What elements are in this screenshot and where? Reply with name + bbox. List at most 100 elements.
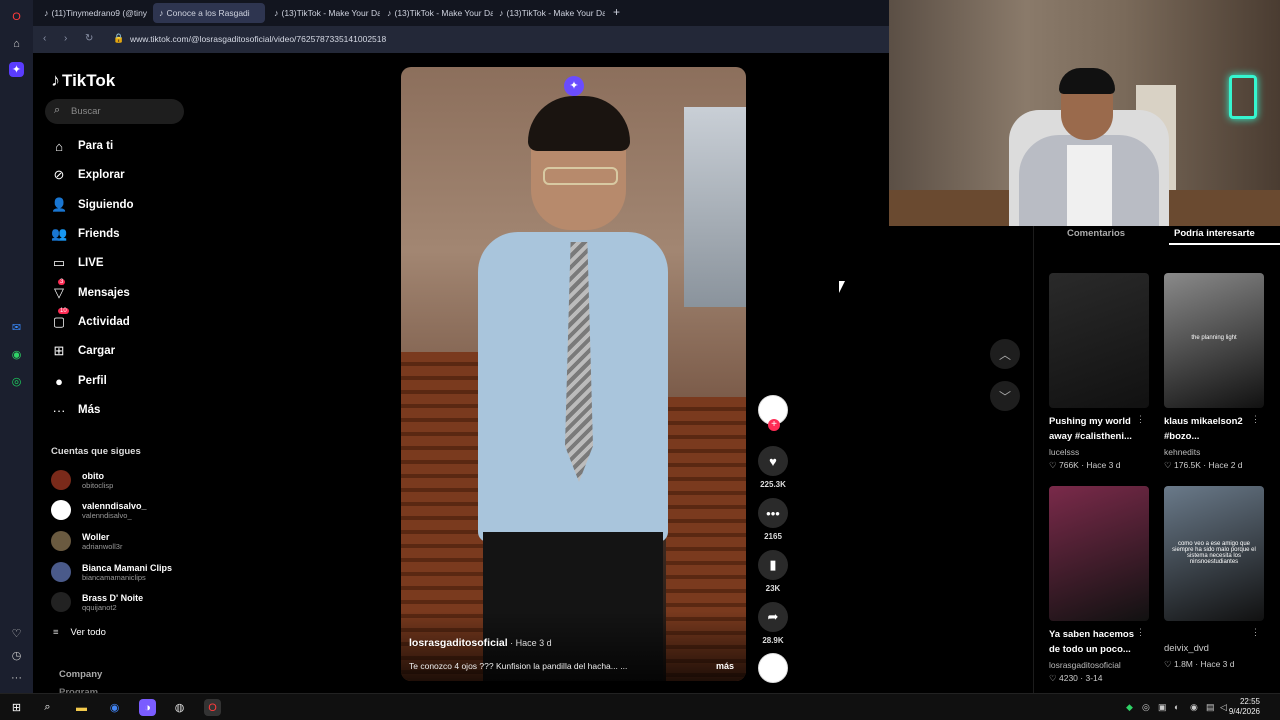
recommended-video-card[interactable]: ⋮ Ya saben hacemos de todo un poco... losr… (1049, 486, 1149, 684)
sidebar-item-actividad[interactable]: ▢ 10 Actividad (51, 308, 130, 333)
video-author[interactable]: losrasgaditosoficial · Hace 3 d (409, 637, 552, 649)
tab-2[interactable]: ♪ Conoce a los Rasgadi (153, 3, 265, 23)
tray-icon[interactable]: ◐ (1174, 702, 1179, 712)
follow-plus-icon[interactable]: + (768, 419, 780, 431)
search-box[interactable]: ⌕ (45, 99, 184, 124)
more-options-icon[interactable]: ⋮ (1251, 414, 1260, 425)
tray-icon[interactable]: ▣ (1158, 702, 1167, 713)
system-clock[interactable]: 22:55 9/4/2026 (1229, 697, 1260, 717)
more-options-icon[interactable]: ⋮ (1136, 627, 1145, 638)
sidebar-item-siguiendo[interactable]: 👤 Siguiendo (51, 194, 134, 216)
sidebar-item-m-s[interactable]: ··· Más (51, 399, 101, 421)
music-disc-icon (758, 653, 788, 683)
video-thumbnail[interactable] (1049, 273, 1149, 408)
share-count: 28.9K (762, 636, 784, 645)
followed-account[interactable]: Woller adrianwoll3r (51, 528, 122, 554)
video-player[interactable]: ✦ losrasgaditosoficial · Hace 3 d Te con… (401, 67, 746, 681)
search-input[interactable] (71, 99, 176, 124)
sidebar-item-label: LIVE (78, 257, 104, 269)
discord-icon[interactable]: ◑ (139, 699, 156, 716)
file-explorer-icon[interactable]: ▬ (73, 699, 90, 716)
network-icon[interactable]: ▤ (1206, 702, 1215, 713)
messenger-icon[interactable]: ✉ (9, 320, 24, 335)
tab-4[interactable]: ♪ (13)TikTok - Make Your Da (381, 3, 493, 23)
share-button[interactable]: ➦ 28.9K (758, 602, 788, 645)
video-thumbnail[interactable]: como veo a ese amigo que siempre ha sido… (1164, 486, 1264, 621)
friends-icon: 👥 (51, 226, 68, 241)
tiktok-icon: ♪ (51, 70, 60, 90)
recommended-video-card[interactable]: the planning light ⋮ klaus mikaelson2 #boz… (1164, 273, 1264, 471)
opera-icon[interactable]: O (204, 699, 221, 716)
recommended-video-card[interactable]: como veo a ese amigo que siempre ha sido… (1164, 486, 1264, 670)
tray-icon[interactable]: ◉ (1190, 702, 1198, 713)
like-button[interactable]: ♥ 225.3K (758, 446, 788, 489)
video-thumbnail[interactable]: the planning light (1164, 273, 1264, 408)
sidebar-item-mensajes[interactable]: ▽ 3 Mensajes (51, 279, 130, 304)
history-icon[interactable]: ◷ (9, 648, 24, 663)
new-tab-button[interactable]: + (613, 5, 620, 19)
more-caption-button[interactable]: más (716, 661, 734, 671)
obs-icon[interactable]: ◍ (171, 699, 188, 716)
reload-icon[interactable]: ↻ (85, 33, 93, 44)
tiktok-icon: ♪ (499, 8, 504, 18)
tray-icon[interactable]: ◎ (1142, 702, 1150, 713)
home-icon[interactable]: ⌂ (9, 36, 24, 51)
sidebar-item-label: Más (78, 404, 101, 416)
video-thumbnail[interactable] (1049, 486, 1149, 621)
card-username[interactable]: losrasgaditosoficial (1049, 660, 1149, 670)
back-icon[interactable]: ‹ (43, 33, 46, 44)
followed-account[interactable]: obito obitoclisp (51, 467, 113, 493)
tab-5[interactable]: ♪ (13)TikTok - Make Your Da (493, 3, 605, 23)
previous-video-button[interactable]: ︿ (990, 339, 1020, 369)
sidebar-item-perfil[interactable]: ● Perfil (51, 370, 107, 392)
sparkle-icon[interactable]: ✦ (564, 76, 584, 96)
neon-sign-icon (1229, 75, 1257, 119)
comment-button[interactable]: ••• 2165 (758, 498, 788, 541)
recommended-video-card[interactable]: ⋮ Pushing my world away #calistheni... luc… (1049, 273, 1149, 471)
sidebar-item-explorar[interactable]: ⊘ Explorar (51, 164, 125, 186)
followed-account[interactable]: Brass D' Noite qquijanot2 (51, 589, 143, 615)
volume-icon[interactable]: ◁ (1220, 702, 1227, 713)
more-options-icon[interactable]: ⋮ (1251, 627, 1260, 638)
see-all-button[interactable]: ≡ Ver todo (53, 627, 106, 638)
chrome-icon[interactable]: ◉ (106, 699, 123, 716)
tiktok-icon: ♪ (274, 8, 279, 18)
next-video-button[interactable]: ﹀ (990, 381, 1020, 411)
sound-avatar[interactable] (758, 653, 788, 683)
following-icon: 👤 (51, 197, 68, 212)
tray-icon[interactable]: ◆ (1126, 702, 1133, 713)
sidebar-item-para-ti[interactable]: ⌂ Para ti (51, 135, 113, 157)
windows-start-icon[interactable]: ⊞ (8, 699, 25, 716)
tiktok-logo[interactable]: ♪ TikTok (51, 70, 115, 91)
sidebar-item-friends[interactable]: 👥 Friends (51, 223, 120, 245)
sidebar-item-cargar[interactable]: ⊞ Cargar (51, 340, 116, 362)
followed-account[interactable]: valenndisalvo_ valenndisalvo_ (51, 497, 147, 523)
tab-interest[interactable]: Podría interesarte (1174, 228, 1255, 239)
search-icon[interactable]: ⌕ (39, 699, 56, 716)
whatsapp-icon[interactable]: ◉ (9, 347, 24, 362)
sidebar-item-label: Actividad (78, 316, 130, 328)
spotify-icon[interactable]: ◎ (9, 374, 24, 389)
card-username[interactable]: lucelsss (1049, 447, 1149, 457)
forward-icon[interactable]: › (64, 33, 67, 44)
card-views: 1.8M (1173, 659, 1193, 669)
card-date: Hace 3 d (1086, 460, 1121, 470)
sidebar-item-live[interactable]: ▭ LIVE (51, 252, 104, 274)
opera-logo-icon[interactable]: O (9, 9, 24, 24)
more-icon[interactable]: ··· (9, 670, 24, 685)
sidebar-item-label: Mensajes (78, 287, 130, 299)
tab-1[interactable]: ♪ (11)Tinymedrano9 (@tiny (38, 3, 150, 23)
company-link[interactable]: Company (59, 669, 102, 680)
card-username[interactable]: kehnedits (1164, 447, 1264, 457)
url-field[interactable]: www.tiktok.com/@losrasgaditosoficial/vid… (130, 34, 386, 44)
tiktok-icon: ♪ (387, 8, 392, 18)
creator-avatar[interactable]: + (758, 395, 788, 431)
aria-icon[interactable]: ✦ (9, 62, 24, 77)
save-button[interactable]: ▮ 23K (758, 550, 788, 593)
tab-3[interactable]: ♪ (13)TikTok - Make Your Da (268, 3, 380, 23)
followed-account[interactable]: Bianca Mamani Clips biancamamaniclips (51, 559, 172, 585)
tab-comments[interactable]: Comentarios (1067, 228, 1125, 239)
more-options-icon[interactable]: ⋮ (1136, 414, 1145, 425)
address-bar: ‹ › ↻ 🔒 www.tiktok.com/@losrasgaditosofi… (33, 26, 889, 53)
heart-icon[interactable]: ♡ (9, 626, 24, 641)
